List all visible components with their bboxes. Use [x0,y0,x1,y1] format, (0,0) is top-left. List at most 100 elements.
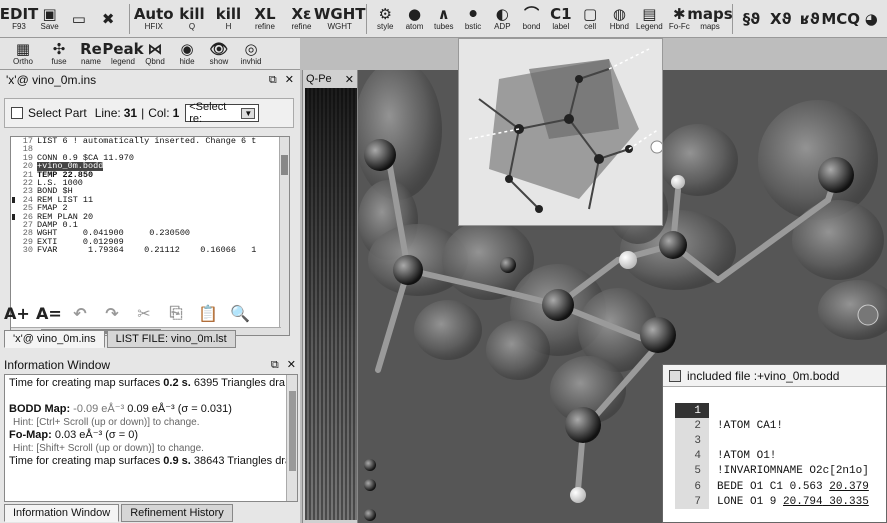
residue-select[interactable]: <Select re: ▼ [185,101,260,125]
info-text: Hint: [Shift+ Scroll (up or down)] to ch… [13,443,204,454]
line-number: 5 [675,463,709,479]
close-icon[interactable]: ✕ [345,73,354,86]
mcq-button[interactable]: MCQ [821,3,860,35]
editor-line[interactable]: 30 FVAR 1.79364 0.21112 0.16066 1 [11,246,289,255]
copy-icon[interactable]: ⎘ [164,303,188,323]
q-peak-slider[interactable] [305,88,357,520]
xl-refine-label: refine [254,22,275,31]
xl-refine-icon: XL [254,5,276,23]
style-button[interactable]: ⚙ style [372,3,399,35]
qbnd-label: Qbnd [145,57,165,66]
q-peak-title: Q-Pe [306,73,332,85]
sg-button[interactable]: §ϑ [738,3,765,35]
fuse-button[interactable]: ✣ fuse [44,38,74,70]
cell-button[interactable]: ▢ cell [576,3,603,35]
info-tabs: Information Window Refinement History [4,504,298,522]
c1-label-icon: C1 [550,5,572,23]
line-value: 31 [123,106,138,120]
line-value: 20.794 [783,495,823,508]
line-text: !INVARIOMNAME O2c[2n1o] [709,465,869,477]
peak-legend-button[interactable]: Peak legend [102,38,143,70]
save-button[interactable]: ▣ Save [36,3,63,35]
hbnd-button[interactable]: ◍ Hbnd [606,3,633,35]
rename-icon: Re [80,40,102,58]
mcq-icon: MCQ [821,9,861,28]
rg-button[interactable]: ʁϑ [796,3,823,35]
xl-refine-button[interactable]: XL refine [248,3,283,35]
adp-label: ADP [494,22,511,31]
peak-legend-icon: Peak [102,40,144,58]
maps-icon: maps [687,5,733,23]
float-icon[interactable]: ⧉ [271,358,279,372]
show-button[interactable]: 👁 show [204,38,234,70]
editor-pane-title: 'x'@ vino_0m.ins [6,73,97,87]
select-part-checkbox[interactable] [11,107,23,119]
included-line[interactable]: 1 [675,403,887,419]
hbnd-label: Hbnd [609,22,629,31]
open-ins-button[interactable]: EDIT F93 [0,3,38,35]
wght-button[interactable]: WGHT WGHT [314,3,366,35]
undo-icon[interactable]: ↶ [68,304,92,323]
included-line[interactable]: 3 [675,433,887,449]
maps-button[interactable]: maps maps [687,3,732,35]
included-line[interactable]: 6 BEDE O1 C1 0.563 20.379 [675,478,887,495]
remove-atom-icon[interactable]: A= [36,304,62,323]
adp-icon: ◐ [495,5,509,23]
info-scrollbar[interactable] [286,375,297,501]
atom-button[interactable]: ● atom [401,3,428,35]
kill-q-icon: kill [179,5,205,23]
tab-information-window[interactable]: Information Window [4,504,120,522]
fo-fc-icon: ✱ [673,5,686,23]
close-icon[interactable]: ✕ [287,358,296,372]
bond-button[interactable]: ⌒ bond [518,3,545,35]
kill-h-button[interactable]: kill H [211,3,246,35]
paste-icon[interactable]: 📋 [196,304,220,323]
save-disk-button[interactable]: ▭ [65,3,92,35]
ortho-icon: ▦ [15,40,31,58]
kill-q-button[interactable]: kill Q [175,3,210,35]
info-window-title-bar: Information Window ⧉ ✕ [0,356,300,374]
included-file-editor[interactable]: 1 2 !ATOM CA1! 3 4 !ATOM O1! 5 !INVARIOMNAME O2… [675,403,887,523]
adp-button[interactable]: ◐ ADP [489,3,516,35]
legend-button[interactable]: ▤ Legend [635,3,664,35]
included-line[interactable]: 7 LONE O1 9 20.794 30.335 [675,494,887,510]
ortho-label: Ortho [12,57,33,66]
bstic-icon: ⚫ [466,5,480,23]
cut-icon[interactable]: ✂ [132,304,156,323]
included-line[interactable]: 2 !ATOM CA1! [675,418,887,434]
invhid-icon: ◎ [244,40,258,58]
ortho-button[interactable]: ▦ Ortho [4,38,42,70]
pie-button[interactable]: ◕ [858,3,885,35]
included-line[interactable]: 5 !INVARIOMNAME O2c[2n1o] [675,463,887,479]
stop-button[interactable]: ✖ [95,3,122,35]
insert-atom-icon[interactable]: A+ [4,304,30,323]
tab-ins-file[interactable]: 'x'@ vino_0m.ins [4,330,105,348]
qbnd-button[interactable]: ⋈ Qbnd [140,38,170,70]
find-icon[interactable]: 🔍 [228,304,252,323]
editor-line[interactable]: 17 LIST 6 ! automatically inserted. Chang… [11,137,289,145]
included-line[interactable]: 4 !ATOM O1! [675,448,887,464]
toolbar-separator [128,3,130,34]
bookmark-icon [12,213,15,220]
redo-icon[interactable]: ↷ [100,304,124,323]
legend-label: Legend [636,22,663,31]
tab-refinement-history[interactable]: Refinement History [121,504,233,522]
c1-label-button[interactable]: C1 label [547,3,574,35]
close-icon[interactable]: ✕ [285,73,294,87]
hide-button[interactable]: ◉ hide [172,38,202,70]
selection-bar: Select Part Line: 31 | Col: 1 <Select re… [4,98,294,128]
info-text: Time for creating map surfaces [9,455,164,467]
legend-icon: ▤ [642,5,657,23]
float-icon[interactable]: ⧉ [269,73,277,87]
xg-button[interactable]: Xϑ [767,3,794,35]
auto-hfix-button[interactable]: Auto HFIX [134,3,174,35]
hbnd-icon: ◍ [612,5,626,23]
tubes-button[interactable]: ∧ tubes [430,3,457,35]
tab-list-file[interactable]: LIST FILE: vino_0m.lst [106,330,236,348]
invhid-button[interactable]: ◎ invhid [236,38,266,70]
tubes-icon: ∧ [437,5,450,23]
show-icon: 👁 [209,40,229,58]
info-window: Time for creating map surfaces 0.2 s. 63… [4,374,298,502]
cell-label: cell [584,22,597,31]
bstic-button[interactable]: ⚫ bstic [459,3,486,35]
